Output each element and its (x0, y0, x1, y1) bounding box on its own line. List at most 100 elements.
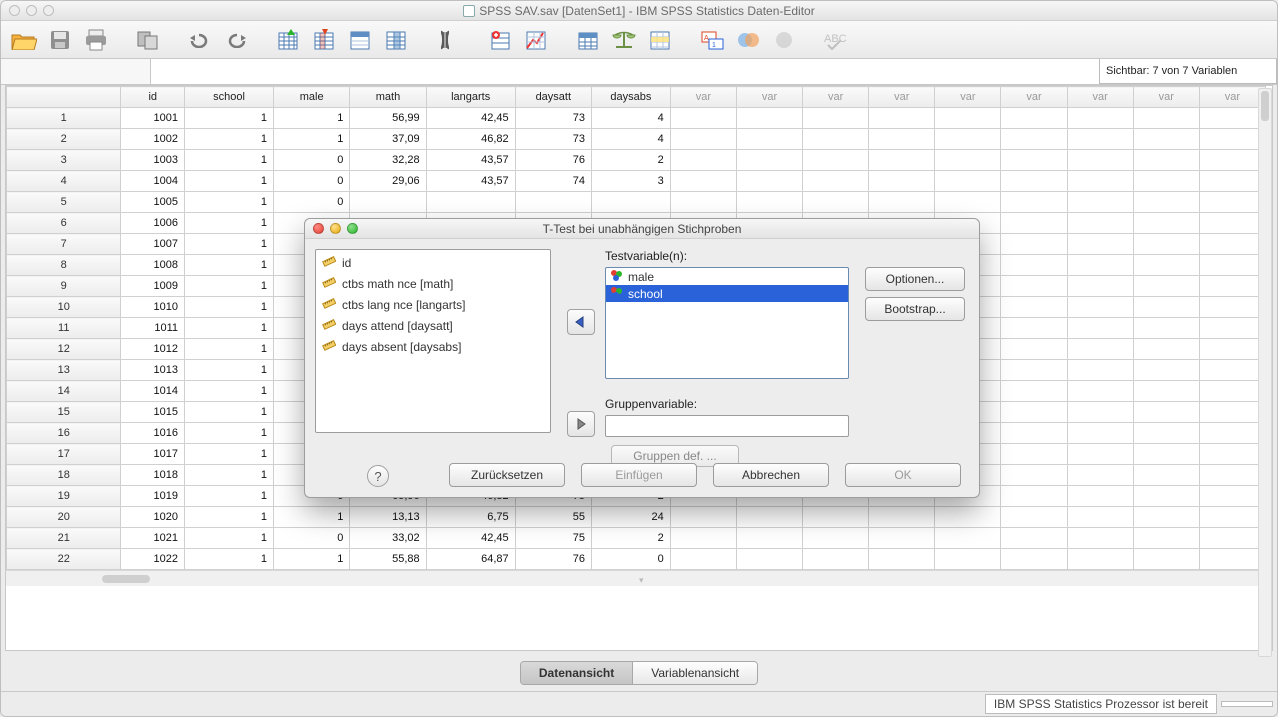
cell[interactable] (1001, 360, 1067, 381)
cell[interactable] (1001, 486, 1067, 507)
cell[interactable]: 1 (274, 549, 350, 570)
cell[interactable]: 46,82 (426, 129, 515, 150)
insert-variable-button[interactable] (379, 24, 413, 56)
cell[interactable] (935, 507, 1001, 528)
column-header[interactable]: langarts (426, 87, 515, 108)
cell[interactable]: 76 (515, 150, 591, 171)
cell[interactable]: 1 (274, 507, 350, 528)
cell[interactable]: 1015 (121, 402, 185, 423)
cell[interactable] (1001, 444, 1067, 465)
cell[interactable] (869, 192, 935, 213)
column-header[interactable]: male (274, 87, 350, 108)
cell[interactable] (1199, 507, 1265, 528)
cell[interactable]: 1 (185, 297, 274, 318)
cell[interactable]: 1 (185, 507, 274, 528)
cell[interactable] (1199, 213, 1265, 234)
cell[interactable] (869, 171, 935, 192)
cell[interactable] (1133, 549, 1199, 570)
cell[interactable]: 1 (274, 129, 350, 150)
cell[interactable] (1001, 549, 1067, 570)
cell[interactable] (1199, 339, 1265, 360)
cell[interactable]: 1009 (121, 276, 185, 297)
cell[interactable] (1067, 402, 1133, 423)
cell[interactable] (935, 129, 1001, 150)
cell[interactable] (1067, 276, 1133, 297)
cell[interactable] (1067, 444, 1133, 465)
cell[interactable]: 3 (591, 171, 670, 192)
cell[interactable]: 1 (185, 402, 274, 423)
cell[interactable]: 42,45 (426, 528, 515, 549)
cell[interactable] (670, 108, 736, 129)
row-header[interactable]: 18 (7, 465, 121, 486)
cell[interactable] (1133, 507, 1199, 528)
column-header[interactable]: school (185, 87, 274, 108)
cell[interactable]: 1 (274, 108, 350, 129)
cell[interactable] (1133, 339, 1199, 360)
row-header[interactable]: 2 (7, 129, 121, 150)
cancel-button[interactable]: Abbrechen (713, 463, 829, 487)
cell[interactable] (736, 171, 802, 192)
source-variable-item[interactable]: ctbs math nce [math] (318, 273, 548, 294)
column-header[interactable]: var (1133, 87, 1199, 108)
cell[interactable] (1001, 255, 1067, 276)
options-button[interactable]: Optionen... (865, 267, 965, 291)
cell[interactable] (1001, 297, 1067, 318)
vertical-scrollbar[interactable] (1258, 88, 1272, 657)
column-header[interactable]: var (1001, 87, 1067, 108)
cell[interactable]: 1 (185, 213, 274, 234)
column-header[interactable]: var (736, 87, 802, 108)
dialog-minimize-icon[interactable] (330, 223, 341, 234)
cell[interactable] (1133, 129, 1199, 150)
cell[interactable] (426, 192, 515, 213)
cell[interactable] (1001, 528, 1067, 549)
insert-cases-button[interactable] (483, 24, 517, 56)
cell[interactable] (803, 129, 869, 150)
cell[interactable] (1133, 444, 1199, 465)
cell[interactable]: 1 (185, 255, 274, 276)
cell[interactable] (670, 150, 736, 171)
redo-button[interactable] (219, 24, 253, 56)
cell[interactable]: 37,09 (350, 129, 426, 150)
cell[interactable] (1133, 171, 1199, 192)
cell[interactable]: 1005 (121, 192, 185, 213)
split-file-button[interactable] (519, 24, 553, 56)
cell[interactable] (1133, 402, 1199, 423)
cell[interactable] (803, 150, 869, 171)
cell[interactable] (1133, 255, 1199, 276)
cell[interactable] (1001, 318, 1067, 339)
cell[interactable] (1001, 171, 1067, 192)
spellcheck-button[interactable]: ABC (819, 24, 853, 56)
cell[interactable]: 75 (515, 528, 591, 549)
cell[interactable]: 1 (185, 150, 274, 171)
row-header[interactable]: 21 (7, 528, 121, 549)
source-variable-list[interactable]: idctbs math nce [math]ctbs lang nce [lan… (315, 249, 551, 433)
cell[interactable] (1133, 108, 1199, 129)
column-header[interactable]: var (1067, 87, 1133, 108)
cell[interactable] (1067, 528, 1133, 549)
cell[interactable]: 74 (515, 171, 591, 192)
grid-corner[interactable] (7, 87, 121, 108)
cell[interactable] (1199, 150, 1265, 171)
cell[interactable]: 1006 (121, 213, 185, 234)
test-variable-list[interactable]: maleschool (605, 267, 849, 379)
cell[interactable] (1001, 507, 1067, 528)
cell[interactable] (869, 507, 935, 528)
cell[interactable]: 1 (185, 423, 274, 444)
select-cases-button[interactable] (643, 24, 677, 56)
goto-case-button[interactable] (271, 24, 305, 56)
cell[interactable]: 55 (515, 507, 591, 528)
cell[interactable] (1199, 276, 1265, 297)
cell[interactable]: 33,02 (350, 528, 426, 549)
name-box[interactable] (1, 59, 151, 84)
cell[interactable] (670, 528, 736, 549)
column-header[interactable]: math (350, 87, 426, 108)
source-variable-item[interactable]: id (318, 252, 548, 273)
cell[interactable]: 29,06 (350, 171, 426, 192)
cell[interactable] (1001, 108, 1067, 129)
source-variable-item[interactable]: days absent [daysabs] (318, 336, 548, 357)
cell[interactable] (736, 150, 802, 171)
cell[interactable] (670, 549, 736, 570)
cell[interactable] (1133, 297, 1199, 318)
cell[interactable] (736, 549, 802, 570)
grouping-variable-input[interactable] (605, 415, 849, 437)
